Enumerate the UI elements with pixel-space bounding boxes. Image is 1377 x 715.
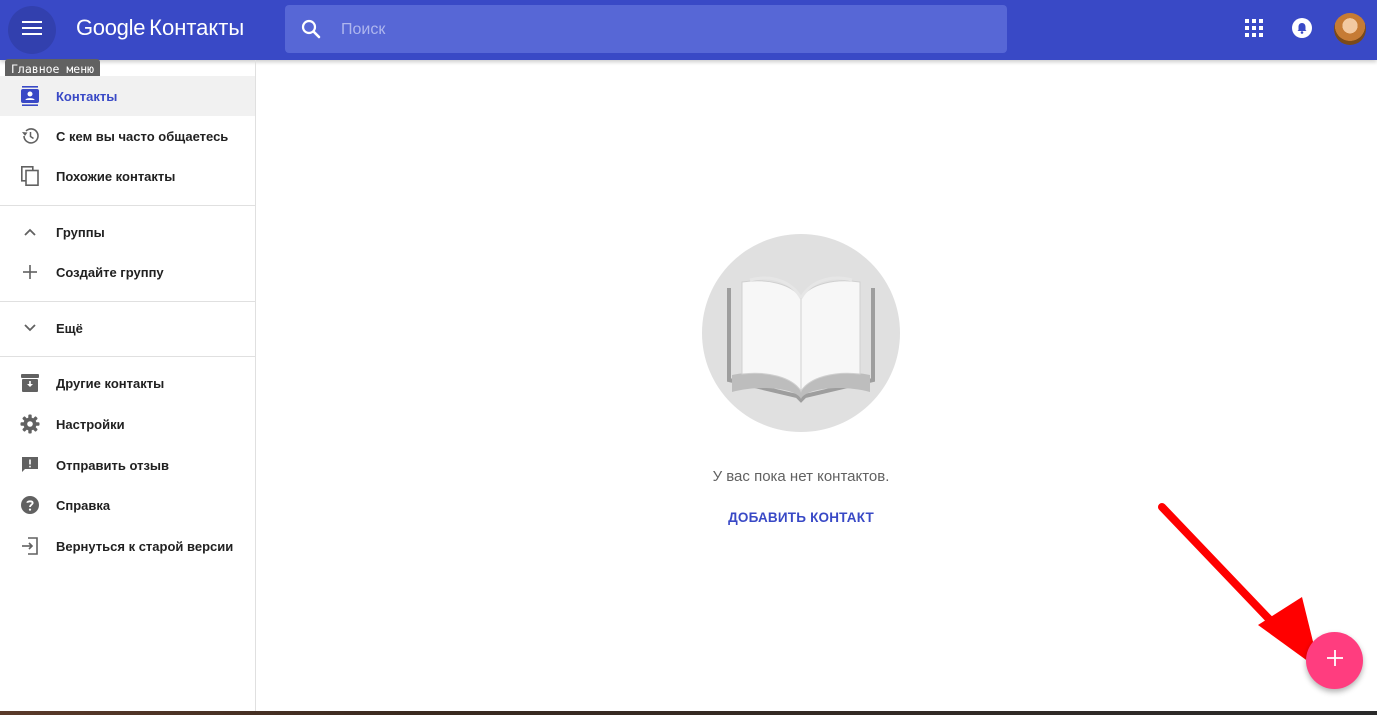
sidebar-item-groups[interactable]: Группы [0, 212, 255, 252]
gear-icon [20, 414, 40, 434]
sidebar-item-contacts[interactable]: Контакты [0, 76, 255, 116]
search-icon[interactable] [299, 17, 323, 46]
sidebar-divider [0, 205, 255, 206]
sidebar-item-old-version[interactable]: Вернуться к старой версии [0, 526, 255, 566]
search-input[interactable] [339, 5, 993, 55]
sidebar-item-label: С кем вы часто общаетесь [56, 128, 229, 144]
sidebar-divider [0, 356, 255, 357]
apps-grid-icon [1245, 18, 1263, 42]
sidebar-item-label: Контакты [56, 88, 118, 104]
sidebar-item-label: Вернуться к старой версии [56, 538, 234, 554]
sidebar-item-frequent[interactable]: С кем вы часто общаетесь [0, 116, 255, 156]
empty-state-message: У вас пока нет контактов. [712, 468, 890, 485]
sidebar-divider [0, 301, 255, 302]
create-contact-fab[interactable] [1306, 632, 1363, 689]
sidebar-item-label: Создайте группу [56, 264, 164, 280]
archive-icon [20, 373, 40, 393]
sidebar-item-feedback[interactable]: Отправить отзыв [0, 445, 255, 485]
sidebar-item-label: Отправить отзыв [56, 457, 169, 473]
user-avatar[interactable] [1334, 13, 1366, 45]
top-app-bar: Google Контакты [0, 0, 1377, 60]
sidebar: Контакты С кем вы часто общаетесь Похожи… [0, 60, 256, 715]
open-book-icon [727, 276, 875, 403]
plus-icon [20, 262, 40, 282]
plus-icon [1326, 650, 1343, 671]
annotation-arrow [1158, 503, 1320, 670]
sidebar-item-create-group[interactable]: Создайте группу [0, 252, 255, 292]
empty-state-illustration [702, 234, 900, 432]
feedback-icon [20, 455, 40, 475]
window-bottom-edge [0, 711, 1377, 715]
search-box[interactable] [285, 5, 1007, 55]
chevron-down-icon [20, 318, 40, 338]
sidebar-item-help[interactable]: Справка [0, 485, 255, 525]
sidebar-item-label: Справка [56, 497, 111, 513]
product-name: Контакты [149, 15, 245, 40]
sidebar-item-duplicates[interactable]: Похожие контакты [0, 156, 255, 196]
exit-icon [20, 536, 40, 556]
notifications-button[interactable] [1286, 14, 1318, 46]
notifications-bell-icon [1292, 17, 1312, 43]
help-icon [20, 495, 40, 515]
contacts-icon [20, 86, 40, 106]
app-logo[interactable]: Google Контакты [76, 15, 244, 41]
history-icon [20, 126, 40, 146]
main-menu-button[interactable] [8, 6, 56, 54]
apps-button[interactable] [1238, 14, 1270, 46]
sidebar-item-more[interactable]: Ещё [0, 308, 255, 348]
sidebar-item-label: Группы [56, 224, 105, 240]
chevron-up-icon [20, 222, 40, 242]
sidebar-item-label: Похожие контакты [56, 168, 176, 184]
copy-icon [20, 166, 40, 186]
hamburger-menu-icon [22, 20, 42, 40]
sidebar-item-label: Ещё [56, 320, 83, 336]
sidebar-item-settings[interactable]: Настройки [0, 404, 255, 444]
sidebar-item-other-contacts[interactable]: Другие контакты [0, 363, 255, 403]
sidebar-item-label: Другие контакты [56, 375, 165, 391]
brand-name: Google [76, 15, 146, 40]
sidebar-item-label: Настройки [56, 416, 125, 432]
